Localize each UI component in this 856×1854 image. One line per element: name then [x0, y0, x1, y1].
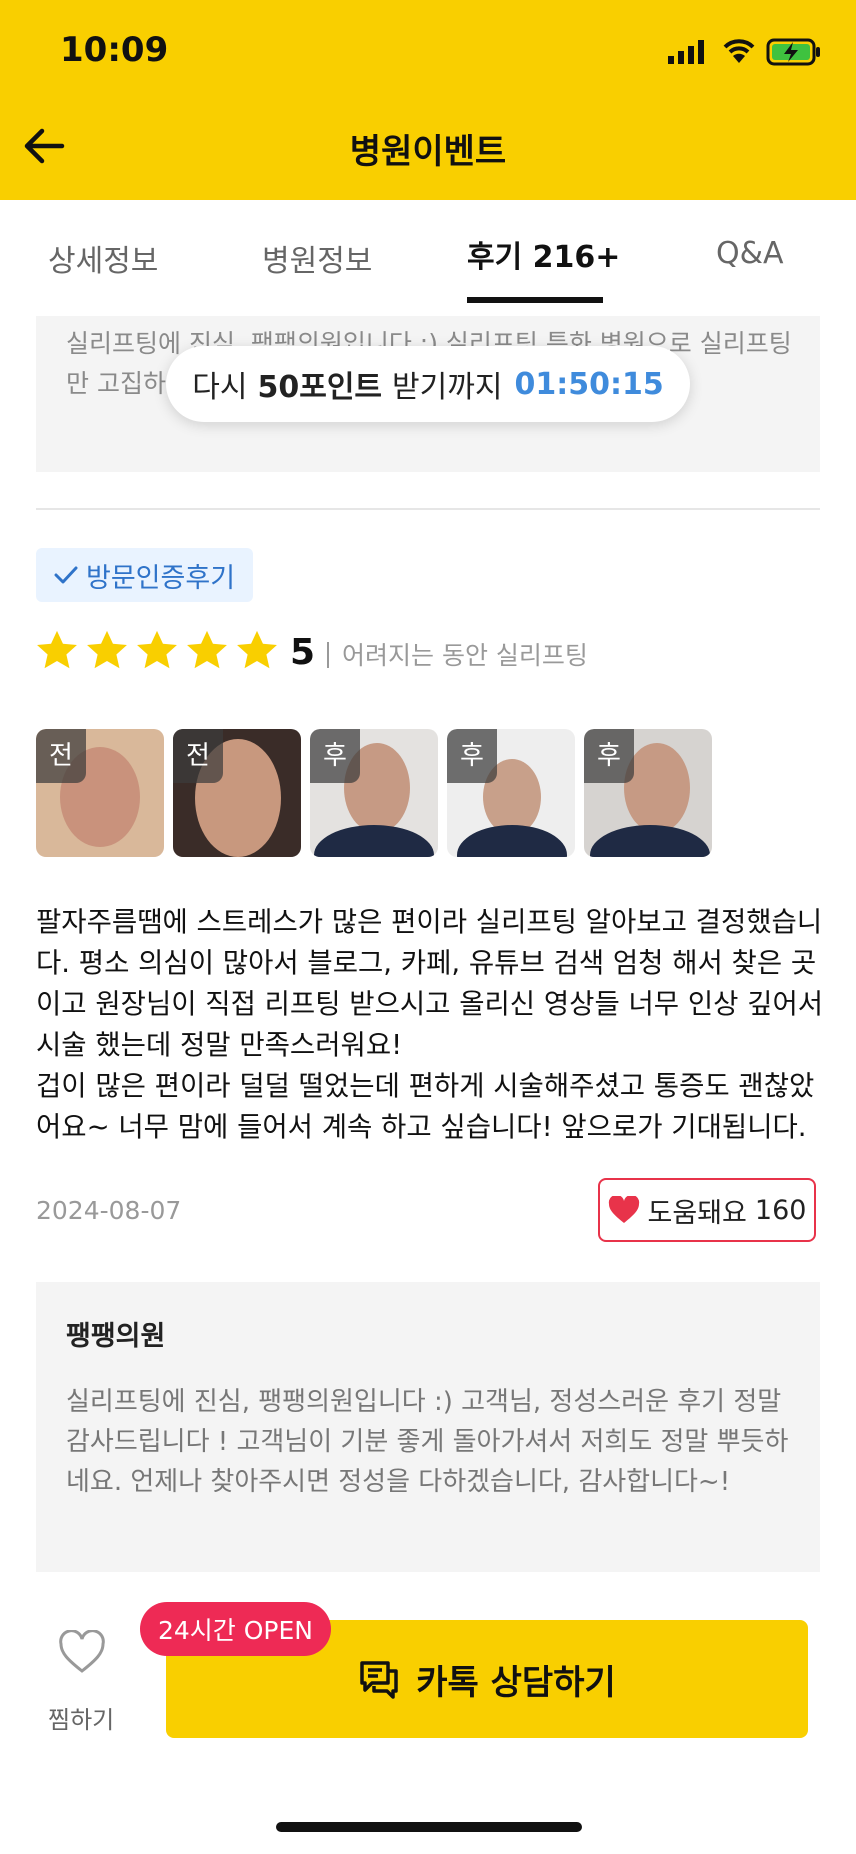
active-tab-indicator — [467, 297, 603, 303]
battery-charging-icon — [766, 38, 822, 70]
heart-outline-icon[interactable] — [58, 1629, 106, 1678]
tab-detail-info[interactable]: 상세정보 — [48, 236, 158, 280]
helpful-count: 160 — [754, 1194, 807, 1226]
badge-label: 방문인증후기 — [86, 562, 236, 594]
star-icon — [187, 630, 227, 669]
tab-reviews[interactable]: 후기 216+ — [467, 232, 620, 276]
home-indicator — [276, 1822, 582, 1832]
helpful-button[interactable]: 도움돼요 160 — [598, 1178, 816, 1242]
kakao-label: 카톡 상담하기 — [416, 1662, 616, 1703]
open-24h-badge: 24시간 OPEN — [140, 1602, 332, 1656]
photo-tag: 전 — [36, 729, 86, 783]
toast-suffix: 받기까지 — [392, 370, 503, 405]
page-title: 병원이벤트 — [349, 132, 507, 172]
photo-tag: 후 — [310, 729, 360, 783]
tab-qna[interactable]: Q&A — [716, 236, 784, 271]
photo-tag: 후 — [584, 729, 634, 783]
photo-tag: 후 — [447, 729, 497, 783]
chat-bubble-icon — [360, 1661, 398, 1699]
photo-tag: 전 — [173, 729, 223, 783]
tab-hospital-info[interactable]: 병원정보 — [262, 236, 372, 280]
star-icon — [87, 630, 127, 669]
star-icon — [37, 630, 77, 669]
review-photo-2[interactable]: 전 — [173, 729, 301, 857]
wish-label[interactable]: 찜하기 — [48, 1700, 114, 1735]
points-timer-toast: 다시 50포인트 받기까지 01:50:15 — [166, 346, 690, 422]
review-photo-4[interactable]: 후 — [447, 729, 575, 857]
review-photos: 전 전 후 후 후 — [36, 729, 712, 857]
reply-text: 실리프팅에 진심, 팽팽의원입니다 :) 고객님, 정성스러운 후기 정말 감사… — [66, 1387, 789, 1497]
divider — [36, 508, 820, 510]
rating-value: 5 — [290, 632, 316, 673]
verified-visit-badge: 방문인증후기 — [36, 548, 254, 602]
review-photo-5[interactable]: 후 — [584, 729, 712, 857]
cellular-signal-icon — [668, 40, 708, 68]
review-date: 2024-08-07 — [36, 1196, 182, 1225]
toast-prefix: 다시 — [192, 370, 248, 405]
star-icon — [137, 630, 177, 669]
star-rating — [34, 628, 284, 674]
check-icon — [54, 566, 78, 584]
star-icon — [237, 630, 277, 669]
toast-timer: 01:50:15 — [514, 366, 664, 402]
review-photo-1[interactable]: 전 — [36, 729, 164, 857]
review-body: 팔자주름땜에 스트레스가 많은 편이라 실리프팅 알아보고 결정했습니다. 평소… — [36, 906, 824, 1143]
wifi-icon — [722, 36, 756, 68]
review-title: 어려지는 동안 실리프팅 — [342, 641, 588, 670]
toast-points: 50포인트 — [257, 370, 383, 405]
reply-hospital-name: 팽팽의원 — [66, 1321, 166, 1352]
heart-icon — [608, 1196, 639, 1223]
rating-separator — [327, 642, 329, 668]
status-time: 10:09 — [60, 30, 169, 70]
review-photo-3[interactable]: 후 — [310, 729, 438, 857]
helpful-label: 도움돼요 — [647, 1197, 747, 1229]
